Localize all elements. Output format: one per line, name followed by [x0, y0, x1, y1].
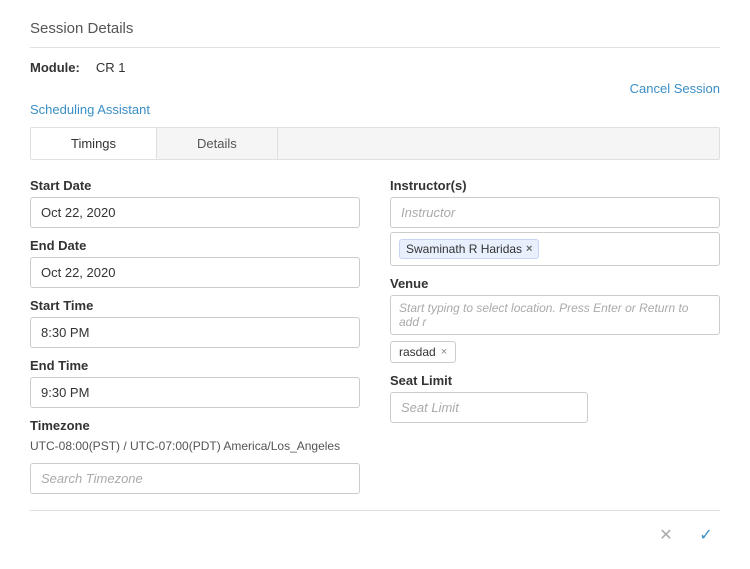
cancel-session-link[interactable]: Cancel Session — [630, 81, 720, 96]
timezone-group: Timezone UTC-08:00(PST) / UTC-07:00(PDT)… — [30, 418, 360, 494]
end-date-group: End Date — [30, 238, 360, 288]
venue-tag: rasdad × — [390, 341, 456, 363]
start-date-input[interactable] — [30, 197, 360, 228]
end-time-label: End Time — [30, 358, 360, 373]
instructor-tag-label: Swaminath R Haridas — [406, 242, 522, 256]
start-date-group: Start Date — [30, 178, 360, 228]
end-date-label: End Date — [30, 238, 360, 253]
seat-limit-group: Seat Limit — [390, 373, 720, 423]
right-column: Instructor(s) Swaminath R Haridas × Venu… — [390, 178, 720, 494]
module-label: Module: — [30, 60, 80, 75]
confirm-action-button[interactable]: ✓ — [692, 521, 720, 549]
tab-timings[interactable]: Timings — [31, 128, 157, 159]
tabs-bar: Timings Details — [30, 127, 720, 160]
instructors-group: Instructor(s) Swaminath R Haridas × — [390, 178, 720, 266]
start-time-label: Start Time — [30, 298, 360, 313]
timezone-label: Timezone — [30, 418, 360, 433]
cancel-action-icon: ✕ — [659, 525, 672, 545]
instructor-tag: Swaminath R Haridas × — [399, 239, 539, 259]
venue-input-container[interactable]: Start typing to select location. Press E… — [390, 295, 720, 335]
venue-tag-remove[interactable]: × — [441, 346, 447, 358]
timezone-search-input[interactable] — [30, 463, 360, 494]
module-value: CR 1 — [96, 60, 126, 75]
tab-details[interactable]: Details — [157, 128, 278, 159]
cancel-action-button[interactable]: ✕ — [652, 521, 680, 549]
confirm-action-icon: ✓ — [699, 525, 712, 545]
instructors-label: Instructor(s) — [390, 178, 720, 193]
seat-limit-input[interactable] — [390, 392, 588, 423]
timezone-text: UTC-08:00(PST) / UTC-07:00(PDT) America/… — [30, 437, 360, 455]
seat-limit-label: Seat Limit — [390, 373, 720, 388]
left-column: Start Date End Date Start Time End Time … — [30, 178, 360, 494]
instructor-tag-remove[interactable]: × — [526, 243, 532, 255]
venue-tag-row: rasdad × — [390, 341, 720, 363]
end-time-group: End Time — [30, 358, 360, 408]
venue-tag-label: rasdad — [399, 345, 436, 359]
start-date-label: Start Date — [30, 178, 360, 193]
venue-group: Venue Start typing to select location. P… — [390, 276, 720, 363]
start-time-input[interactable] — [30, 317, 360, 348]
end-time-input[interactable] — [30, 377, 360, 408]
section-title: Session Details — [30, 20, 720, 48]
venue-placeholder: Start typing to select location. Press E… — [399, 301, 711, 329]
start-time-group: Start Time — [30, 298, 360, 348]
scheduling-assistant-link[interactable]: Scheduling Assistant — [30, 102, 150, 117]
end-date-input[interactable] — [30, 257, 360, 288]
venue-label: Venue — [390, 276, 720, 291]
bottom-actions: ✕ ✓ — [30, 510, 720, 549]
instructor-tag-container: Swaminath R Haridas × — [390, 232, 720, 266]
instructor-input[interactable] — [390, 197, 720, 228]
